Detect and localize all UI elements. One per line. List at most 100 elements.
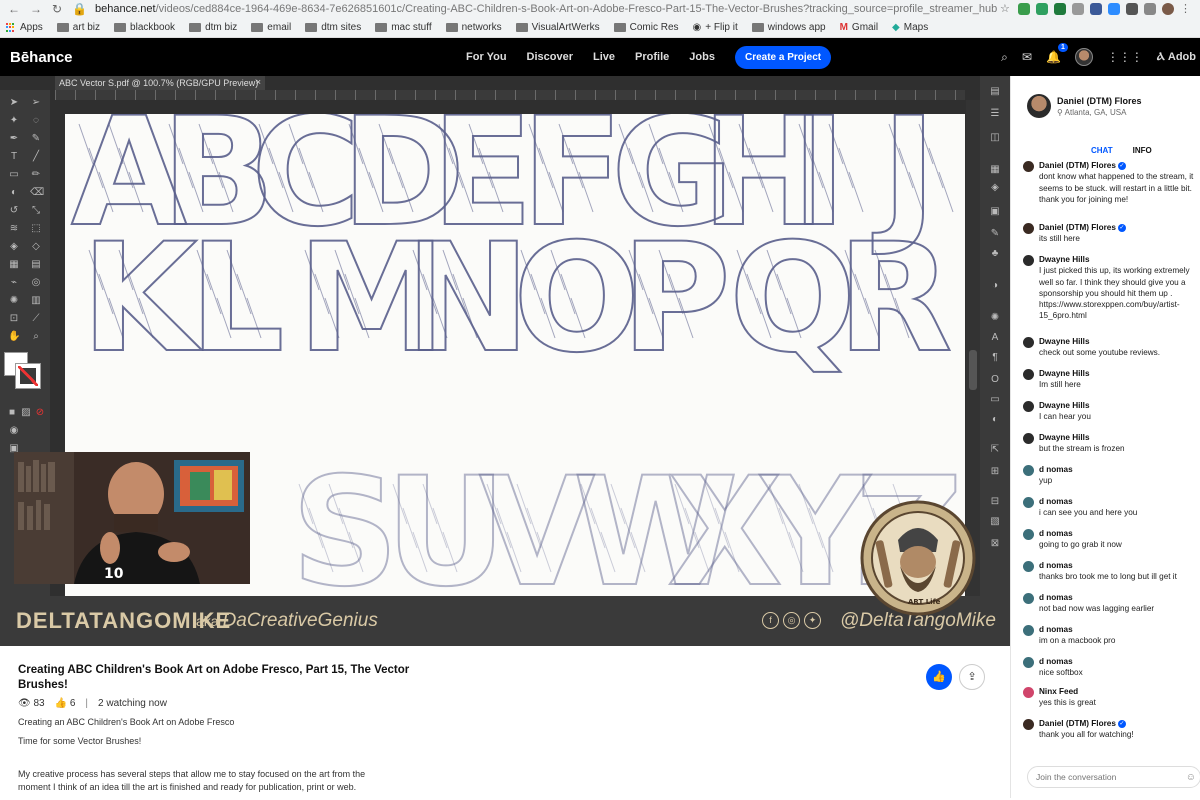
folder-icon	[515, 23, 528, 32]
views-stat: 👁 83	[18, 698, 45, 709]
eraser-icon: ⌫	[30, 187, 45, 198]
chat-username[interactable]: Daniel (DTM) Flores	[1039, 223, 1116, 232]
links-icon: ⊞	[990, 466, 1000, 477]
color-mode-icon: ■	[8, 407, 16, 418]
bookmark-gmail[interactable]: M Gmail	[840, 22, 878, 33]
extension-icon[interactable]	[1054, 3, 1066, 15]
nav-profile[interactable]: Profile	[635, 51, 669, 63]
back-icon[interactable]: ←	[8, 2, 20, 16]
forward-icon[interactable]: →	[30, 2, 42, 16]
reload-icon[interactable]: ↻	[52, 2, 62, 16]
bookmark-folder[interactable]: networks	[445, 22, 502, 33]
bookmark-folder[interactable]: mac stuff	[375, 22, 432, 33]
chat-username[interactable]: d nomas	[1039, 496, 1137, 507]
maps-icon: ◆	[892, 22, 900, 33]
hand-icon: ✋	[8, 331, 21, 342]
verified-icon: ✓	[1117, 162, 1126, 170]
artboard-icon: ⊡	[9, 313, 19, 324]
extension-icon[interactable]	[1090, 3, 1102, 15]
bookmark-apps[interactable]: Apps	[6, 22, 43, 33]
character-icon: A	[991, 332, 999, 343]
bookmark-folder[interactable]: email	[251, 22, 291, 33]
line-tool-icon: ╱	[32, 151, 40, 162]
chat-username[interactable]: Dwayne Hills	[1039, 254, 1200, 265]
chat-username[interactable]: d nomas	[1039, 624, 1115, 635]
avatar[interactable]	[1074, 48, 1093, 66]
bookmarks-bar: Apps art biz blackbook dtm biz email dtm…	[0, 18, 1200, 38]
perspective-icon: ◇	[32, 241, 40, 252]
lock-icon[interactable]: 🔒	[72, 2, 87, 16]
adobe-link[interactable]: Ⲁ Adob	[1157, 51, 1196, 64]
avatar	[1027, 94, 1051, 118]
bookmark-folder[interactable]: Comic Res	[613, 22, 679, 33]
video-info: Creating ABC Children's Book Art on Adob…	[0, 646, 1010, 798]
bookmark-folder[interactable]: art biz	[56, 22, 100, 33]
align-icon: ⊟	[990, 496, 1000, 507]
chat-username[interactable]: d nomas	[1039, 464, 1073, 475]
bookmark-label: Maps	[903, 22, 929, 33]
menu-icon[interactable]: ⋮	[1180, 3, 1192, 15]
properties-icon: ▤	[990, 86, 1000, 97]
avatar	[1023, 561, 1034, 572]
chat-username[interactable]: d nomas	[1039, 560, 1177, 571]
bookmark-folder[interactable]: windows app	[751, 22, 826, 33]
ruler	[55, 90, 965, 100]
chat-username[interactable]: d nomas	[1039, 592, 1154, 603]
bookmark-folder[interactable]: dtm sites	[305, 22, 361, 33]
share-button[interactable]: ⇪	[959, 664, 985, 690]
emoji-icon[interactable]: ☺	[1186, 772, 1196, 783]
opentype-icon: O	[991, 374, 999, 385]
bookmark-folder[interactable]: blackbook	[114, 22, 175, 33]
chat-username[interactable]: d nomas	[1039, 656, 1083, 667]
video-player[interactable]: ABC Vector S.pdf @ 100.7% (RGB/GPU Previ…	[0, 76, 1010, 646]
chat-username[interactable]: Ninx Feed	[1039, 686, 1096, 697]
extension-icon[interactable]	[1036, 3, 1048, 15]
avatar	[1023, 657, 1034, 668]
chat-username[interactable]: d nomas	[1039, 528, 1122, 539]
behance-logo[interactable]: Bēhance	[0, 49, 80, 66]
document-tab-label: ABC Vector S.pdf @ 100.7% (RGB/GPU Previ…	[59, 78, 259, 88]
chat-text: its still here	[1039, 234, 1080, 244]
extension-icon[interactable]	[1072, 3, 1084, 15]
bookmark-folder[interactable]: dtm biz	[189, 22, 237, 33]
tab-info[interactable]: INFO	[1133, 146, 1152, 160]
bookmark-folder[interactable]: VisualArtWerks	[515, 22, 600, 33]
apps-icon[interactable]: ⋮⋮⋮	[1107, 50, 1143, 64]
shape-builder-icon: ◈	[10, 241, 18, 252]
star-icon[interactable]: ☆	[1000, 3, 1012, 15]
appreciate-button[interactable]: 👍	[926, 664, 952, 690]
bell-icon[interactable]: 🔔 1	[1046, 43, 1068, 64]
banner-aka-word: aka	[196, 613, 219, 629]
bookmark-label: mac stuff	[391, 22, 432, 33]
bookmark-flipit[interactable]: ◉ + Flip it	[693, 22, 738, 33]
sketch-letter: R	[837, 212, 953, 386]
chat-username[interactable]: Dwayne Hills	[1039, 336, 1160, 347]
nav-jobs[interactable]: Jobs	[689, 51, 715, 63]
url-field[interactable]: behance.net/videos/ced884ce-1964-469e-86…	[95, 3, 1000, 15]
create-project-button[interactable]: Create a Project	[734, 45, 832, 69]
extension-icon[interactable]	[1144, 3, 1156, 15]
eye-icon: 👁	[18, 698, 31, 709]
chat-username[interactable]: Dwayne Hills	[1039, 400, 1091, 411]
nav-discover[interactable]: Discover	[527, 51, 573, 63]
chat-message-body: Daniel (DTM) Flores ✓ thank you all for wa…	[1039, 718, 1134, 741]
extension-icon[interactable]	[1018, 3, 1030, 15]
sketch-letter: K	[81, 212, 202, 386]
search-icon[interactable]: ⌕	[1001, 50, 1008, 65]
chat-input[interactable]	[1027, 766, 1200, 788]
profile-icon[interactable]	[1162, 3, 1174, 15]
chat-username[interactable]: Dwayne Hills	[1039, 432, 1125, 443]
bookmark-maps[interactable]: ◆ Maps	[892, 22, 928, 33]
nav-live[interactable]: Live	[593, 51, 615, 63]
extension-icon[interactable]	[1108, 3, 1120, 15]
extension-icon[interactable]	[1126, 3, 1138, 15]
mail-icon[interactable]: ✉	[1022, 50, 1032, 64]
tab-chat[interactable]: CHAT	[1091, 146, 1113, 160]
chat-username[interactable]: Dwayne Hills	[1039, 368, 1090, 379]
streamer-profile[interactable]: Daniel (DTM) Flores ⚲ Atlanta, GA, USA	[1027, 94, 1142, 118]
facebook-icon: f	[762, 612, 779, 629]
nav-for-you[interactable]: For You	[466, 51, 507, 63]
chat-username[interactable]: Daniel (DTM) Flores	[1039, 161, 1116, 170]
chat-username[interactable]: Daniel (DTM) Flores	[1039, 719, 1116, 728]
chat-message-body: Daniel (DTM) Flores ✓ its still here	[1039, 222, 1126, 245]
